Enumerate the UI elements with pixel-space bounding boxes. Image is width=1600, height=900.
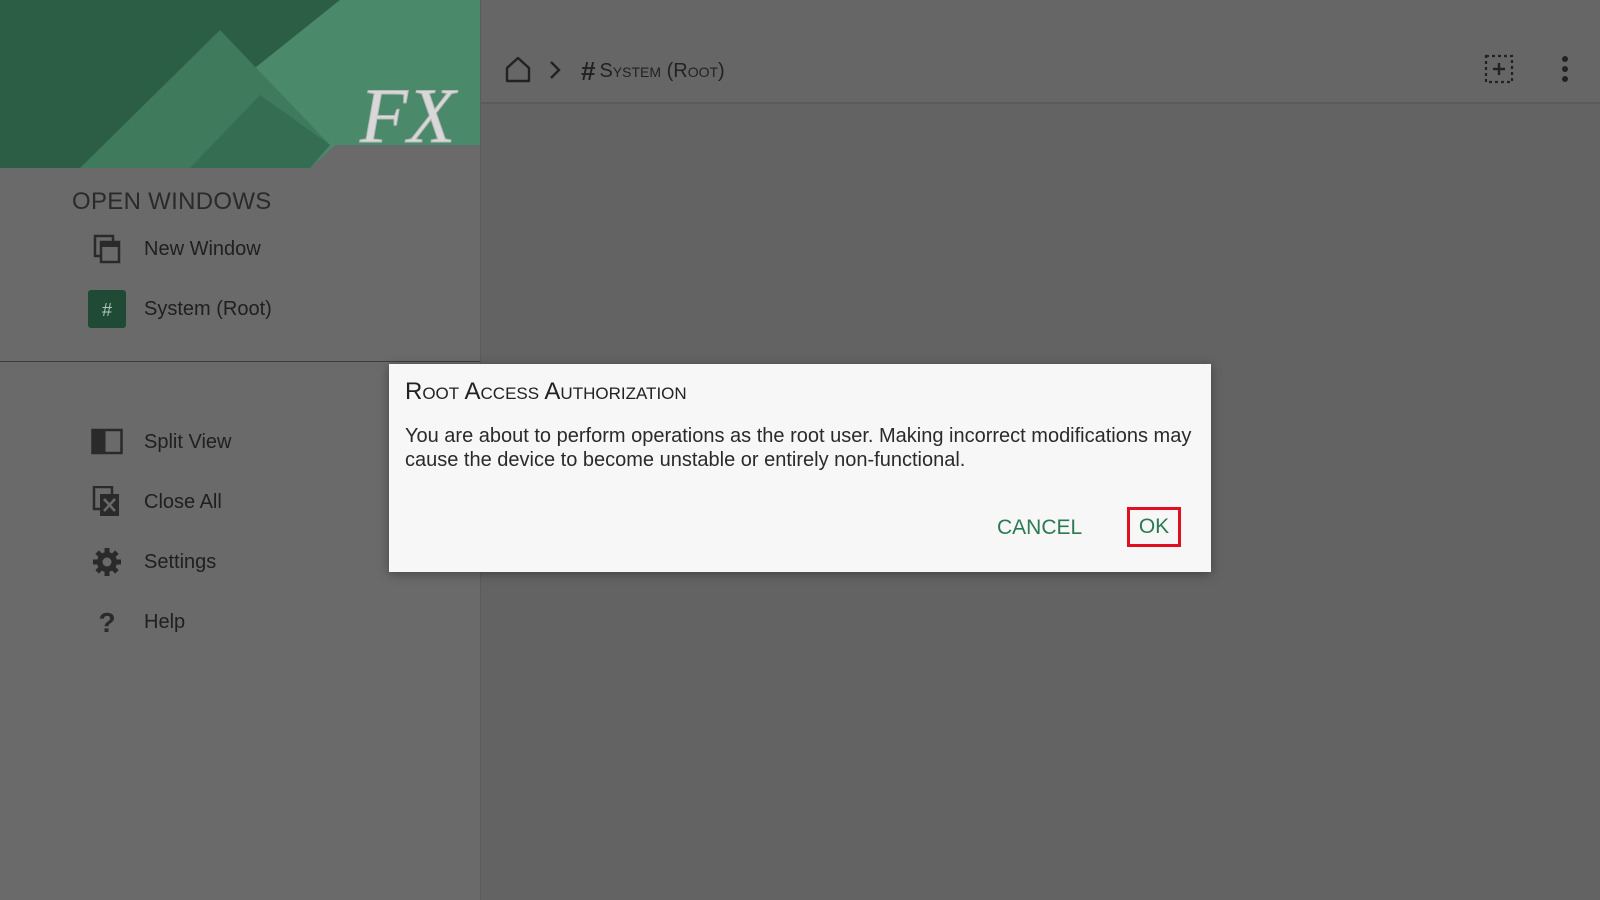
dialog-title: Root Access Authorization xyxy=(405,378,687,405)
sidebar-divider xyxy=(0,361,480,362)
top-toolbar: # System (Root) xyxy=(481,0,1600,104)
more-vert-icon[interactable] xyxy=(1555,54,1575,84)
root-access-dialog: Root Access Authorization You are about … xyxy=(389,364,1211,572)
split-view-icon xyxy=(88,423,126,461)
sidebar-item-label: Settings xyxy=(144,550,217,573)
chevron-right-icon xyxy=(550,61,561,79)
cancel-button[interactable]: CANCEL xyxy=(989,512,1090,544)
gear-icon xyxy=(88,543,126,581)
sidebar-item-system-root[interactable]: # System (Root) xyxy=(88,285,468,333)
breadcrumb[interactable]: # System (Root) xyxy=(581,56,725,87)
sidebar-item-label: New Window xyxy=(144,237,261,260)
help-icon: ? xyxy=(88,603,126,641)
hash-icon: # xyxy=(88,290,126,328)
open-windows-heading: OPEN WINDOWS xyxy=(72,188,272,215)
select-add-icon[interactable] xyxy=(1484,54,1514,84)
sidebar-item-new-window[interactable]: New Window xyxy=(88,225,468,273)
svg-text:#: # xyxy=(102,300,112,320)
dialog-message: You are about to perform operations as t… xyxy=(405,425,1192,471)
breadcrumb-label: System (Root) xyxy=(599,60,725,82)
sidebar-item-label: System (Root) xyxy=(144,297,272,320)
sidebar-item-label: Split View xyxy=(144,430,232,453)
app-banner: FX xyxy=(0,0,480,168)
close-all-icon xyxy=(88,483,126,521)
sidebar-item-label: Close All xyxy=(144,490,222,513)
ok-button[interactable]: OK xyxy=(1127,507,1181,547)
sidebar-item-label: Help xyxy=(144,610,186,633)
fx-logo: FX xyxy=(359,72,460,160)
new-window-icon xyxy=(88,230,126,268)
hash-icon: # xyxy=(581,56,596,86)
svg-text:?: ? xyxy=(98,607,115,637)
svg-text:FX: FX xyxy=(359,72,459,159)
sidebar-item-help[interactable]: ? Help xyxy=(88,598,468,646)
home-icon[interactable] xyxy=(503,54,533,84)
